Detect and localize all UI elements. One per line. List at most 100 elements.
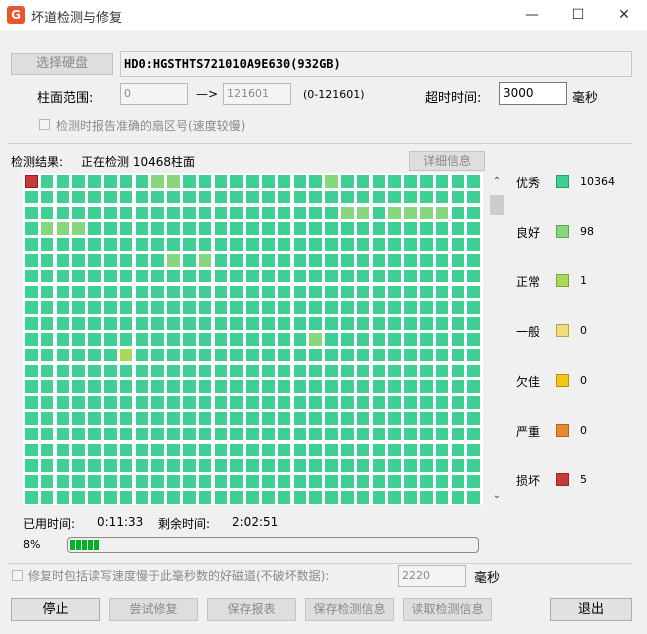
sector-cell <box>341 475 354 488</box>
sector-cell <box>293 333 307 346</box>
scroll-down-icon[interactable]: ⌄ <box>488 489 506 503</box>
sector-cell <box>246 206 259 220</box>
sector-cell <box>119 269 133 283</box>
cylinder-end-input[interactable]: 121601 <box>223 83 291 105</box>
progress-percent: 8% <box>23 538 41 551</box>
sector-cell <box>40 285 54 299</box>
timeout-label: 超时时间: <box>425 91 482 106</box>
sector-cell <box>356 412 370 425</box>
sector-cell <box>293 222 307 235</box>
maximize-icon[interactable]: ☐ <box>555 0 601 30</box>
sector-cell <box>341 222 354 235</box>
try-repair-button[interactable]: 尝试修复 <box>109 598 198 621</box>
sector-cell <box>135 175 149 188</box>
sector-cell <box>104 285 117 299</box>
sector-cell <box>246 285 259 299</box>
sector-cell <box>183 475 196 488</box>
sector-cell <box>262 317 275 330</box>
sector-cell <box>277 317 291 330</box>
sector-cell <box>198 175 212 188</box>
report-sector-checkbox[interactable] <box>39 119 50 130</box>
sector-cell <box>451 333 465 346</box>
stop-button[interactable]: 停止 <box>11 598 100 621</box>
sector-cell <box>293 317 307 330</box>
sector-cell <box>56 175 70 188</box>
sector-cell <box>293 269 307 283</box>
legend-label-damaged: 损坏 <box>516 474 541 489</box>
sector-cell <box>372 475 386 488</box>
sector-cell <box>56 396 70 409</box>
sector-cell <box>198 380 212 393</box>
sector-cell <box>420 238 433 251</box>
repair-slow-checkbox[interactable] <box>12 570 23 581</box>
sector-cell <box>72 190 85 204</box>
minimize-icon[interactable]: — <box>509 0 555 30</box>
sector-cell <box>388 175 401 188</box>
close-icon[interactable]: ✕ <box>601 0 647 30</box>
sector-cell <box>214 238 228 251</box>
sector-cell <box>25 206 38 220</box>
sector-cell <box>293 475 307 488</box>
sector-cell <box>325 427 338 441</box>
sector-cell <box>451 364 465 378</box>
sector-cell <box>214 190 228 204</box>
details-button[interactable]: 详细信息 <box>409 151 485 171</box>
sector-cell <box>230 238 243 251</box>
cylinder-start-input[interactable]: 0 <box>120 83 188 105</box>
save-report-button[interactable]: 保存报表 <box>207 598 296 621</box>
sector-cell <box>309 443 322 457</box>
grid-scrollbar[interactable]: ⌃ ⌄ <box>488 173 506 505</box>
scroll-up-icon[interactable]: ⌃ <box>488 175 506 189</box>
sector-cell <box>104 254 117 267</box>
sector-cell <box>388 348 401 362</box>
sector-cell <box>167 427 180 441</box>
timeout-input[interactable]: 3000 <box>499 82 567 105</box>
sector-cell <box>372 348 386 362</box>
select-disk-button[interactable]: 选择硬盘 <box>11 53 113 75</box>
sector-cell <box>372 443 386 457</box>
sector-cell <box>404 301 417 314</box>
sector-cell <box>341 285 354 299</box>
repair-slow-input[interactable]: 2220 <box>398 565 466 587</box>
sector-cell <box>388 222 401 235</box>
sector-cell <box>88 333 101 346</box>
sector-cell <box>135 412 149 425</box>
sector-cell <box>167 317 180 330</box>
sector-cell <box>341 459 354 472</box>
read-detection-button[interactable]: 读取检测信息 <box>403 598 492 621</box>
sector-cell <box>151 190 164 204</box>
scroll-thumb[interactable] <box>490 195 504 215</box>
sector-cell <box>40 380 54 393</box>
sector-cell <box>388 396 401 409</box>
sector-cell <box>262 427 275 441</box>
sector-cell <box>88 222 101 235</box>
sector-cell <box>262 254 275 267</box>
sector-cell <box>309 491 322 504</box>
sector-cell <box>135 380 149 393</box>
sector-cell <box>293 348 307 362</box>
sector-cell <box>230 380 243 393</box>
sector-cell <box>277 301 291 314</box>
sector-cell <box>262 380 275 393</box>
sector-cell <box>467 364 480 378</box>
sector-cell <box>230 412 243 425</box>
sector-cell <box>230 175 243 188</box>
sector-cell <box>467 443 480 457</box>
sector-cell <box>435 396 449 409</box>
legend-count-fair: 0 <box>580 324 587 338</box>
sector-cell <box>388 380 401 393</box>
sector-cell <box>119 254 133 267</box>
legend-label-poor: 欠佳 <box>516 374 541 389</box>
sector-cell <box>183 364 196 378</box>
sector-cell <box>404 459 417 472</box>
sector-cell <box>183 317 196 330</box>
sector-cell <box>246 175 259 188</box>
sector-cell <box>214 285 228 299</box>
save-detection-button[interactable]: 保存检测信息 <box>305 598 394 621</box>
sector-cell <box>25 222 38 235</box>
sector-cell <box>262 348 275 362</box>
exit-button[interactable]: 退出 <box>550 598 632 621</box>
sector-cell <box>167 175 180 188</box>
sector-cell <box>214 333 228 346</box>
sector-cell <box>72 364 85 378</box>
